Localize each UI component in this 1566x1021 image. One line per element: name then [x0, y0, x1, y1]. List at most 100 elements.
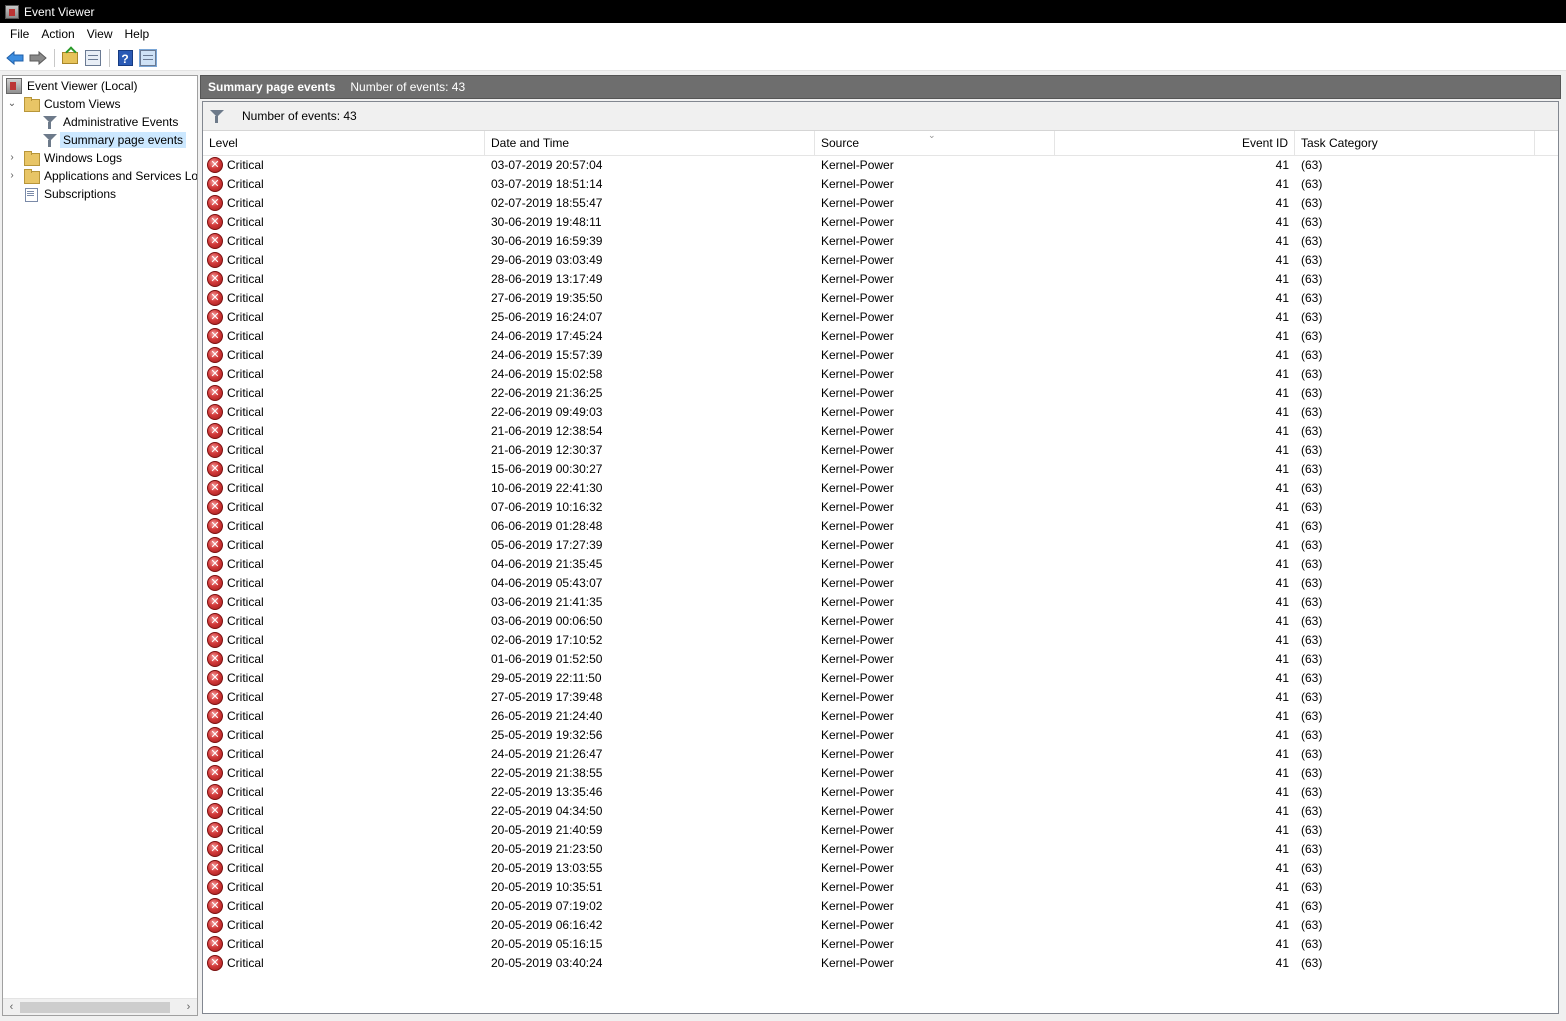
tree-node-custom-views[interactable]: ⌄ Custom Views: [7, 95, 123, 113]
event-row[interactable]: ✕ Critical 22-05-2019 21:38:55 Kernel-Power…: [203, 764, 1558, 783]
critical-error-icon: ✕: [207, 290, 223, 306]
forward-button[interactable]: [27, 47, 49, 69]
scrollbar-thumb[interactable]: [20, 1002, 170, 1013]
event-row[interactable]: ✕ Critical 04-06-2019 21:35:45 Kernel-Power…: [203, 555, 1558, 574]
results-header: Summary page events Number of events: 43: [200, 75, 1561, 99]
event-row[interactable]: ✕ Critical 03-06-2019 21:41:35 Kernel-Power…: [203, 593, 1558, 612]
column-header-event-id[interactable]: Event ID: [1055, 131, 1295, 156]
up-one-level-button[interactable]: [59, 47, 81, 69]
cell-level: Critical: [227, 234, 264, 248]
help-button[interactable]: ?: [114, 47, 136, 69]
cell-event-id: 41: [1275, 804, 1289, 818]
event-row[interactable]: ✕ Critical 03-06-2019 00:06:50 Kernel-Power…: [203, 612, 1558, 631]
event-row[interactable]: ✕ Critical 20-05-2019 05:16:15 Kernel-Power…: [203, 935, 1558, 954]
cell-source: Kernel-Power: [821, 234, 894, 248]
tree-node-administrative-events[interactable]: Administrative Events: [42, 113, 181, 131]
cell-date-time: 26-05-2019 21:24:40: [491, 709, 603, 723]
cell-level: Critical: [227, 538, 264, 552]
event-row[interactable]: ✕ Critical 02-07-2019 18:55:47 Kernel-Power…: [203, 194, 1558, 213]
event-row[interactable]: ✕ Critical 27-06-2019 19:35:50 Kernel-Power…: [203, 289, 1558, 308]
event-row[interactable]: ✕ Critical 20-05-2019 10:35:51 Kernel-Power…: [203, 878, 1558, 897]
event-row[interactable]: ✕ Critical 20-05-2019 21:23:50 Kernel-Power…: [203, 840, 1558, 859]
event-row[interactable]: ✕ Critical 21-06-2019 12:38:54 Kernel-Power…: [203, 422, 1558, 441]
menu-file[interactable]: File: [4, 27, 35, 41]
scroll-left-arrow-icon[interactable]: ‹: [3, 999, 20, 1015]
event-row[interactable]: ✕ Critical 22-06-2019 21:36:25 Kernel-Power…: [203, 384, 1558, 403]
event-row[interactable]: ✕ Critical 30-06-2019 19:48:11 Kernel-Power…: [203, 213, 1558, 232]
event-row[interactable]: ✕ Critical 03-07-2019 20:57:04 Kernel-Power…: [203, 156, 1558, 175]
cell-level: Critical: [227, 709, 264, 723]
tree-node-event-viewer-local[interactable]: Event Viewer (Local): [6, 77, 141, 95]
back-button[interactable]: [4, 47, 26, 69]
event-row[interactable]: ✕ Critical 06-06-2019 01:28:48 Kernel-Power…: [203, 517, 1558, 536]
event-row[interactable]: ✕ Critical 07-06-2019 10:16:32 Kernel-Power…: [203, 498, 1558, 517]
critical-error-icon: ✕: [207, 442, 223, 458]
cell-level: Critical: [227, 367, 264, 381]
event-row[interactable]: ✕ Critical 20-05-2019 03:40:24 Kernel-Power…: [203, 954, 1558, 973]
tree-node-applications-services[interactable]: › Applications and Services Lo: [7, 167, 197, 185]
cell-source: Kernel-Power: [821, 709, 894, 723]
menu-action[interactable]: Action: [35, 27, 80, 41]
event-row[interactable]: ✕ Critical 22-05-2019 13:35:46 Kernel-Power…: [203, 783, 1558, 802]
cell-date-time: 28-06-2019 13:17:49: [491, 272, 603, 286]
column-header-label: Date and Time: [491, 136, 570, 150]
cell-level: Critical: [227, 386, 264, 400]
chevron-right-icon[interactable]: ›: [7, 171, 17, 181]
event-row[interactable]: ✕ Critical 20-05-2019 13:03:55 Kernel-Power…: [203, 859, 1558, 878]
show-console-tree-button[interactable]: [82, 47, 104, 69]
tree-horizontal-scrollbar[interactable]: ‹ ›: [3, 998, 197, 1015]
event-row[interactable]: ✕ Critical 20-05-2019 06:16:42 Kernel-Power…: [203, 916, 1558, 935]
menu-help[interactable]: Help: [119, 27, 156, 41]
column-header-task-category[interactable]: Task Category: [1295, 131, 1535, 156]
cell-date-time: 02-07-2019 18:55:47: [491, 196, 603, 210]
event-row[interactable]: ✕ Critical 22-05-2019 04:34:50 Kernel-Power…: [203, 802, 1558, 821]
cell-task-category: (63): [1301, 956, 1323, 970]
critical-error-icon: ✕: [207, 176, 223, 192]
critical-error-icon: ✕: [207, 936, 223, 952]
event-row[interactable]: ✕ Critical 01-06-2019 01:52:50 Kernel-Power…: [203, 650, 1558, 669]
cell-event-id: 41: [1275, 937, 1289, 951]
event-row[interactable]: ✕ Critical 03-07-2019 18:51:14 Kernel-Power…: [203, 175, 1558, 194]
menu-view[interactable]: View: [81, 27, 119, 41]
event-row[interactable]: ✕ Critical 24-05-2019 21:26:47 Kernel-Power…: [203, 745, 1558, 764]
event-row[interactable]: ✕ Critical 27-05-2019 17:39:48 Kernel-Power…: [203, 688, 1558, 707]
event-row[interactable]: ✕ Critical 15-06-2019 00:30:27 Kernel-Power…: [203, 460, 1558, 479]
event-row[interactable]: ✕ Critical 24-06-2019 15:57:39 Kernel-Power…: [203, 346, 1558, 365]
cell-event-id: 41: [1275, 918, 1289, 932]
cell-date-time: 30-06-2019 19:48:11: [491, 215, 602, 229]
event-row[interactable]: ✕ Critical 10-06-2019 22:41:30 Kernel-Power…: [203, 479, 1558, 498]
scroll-right-arrow-icon[interactable]: ›: [180, 999, 197, 1015]
event-row[interactable]: ✕ Critical 29-05-2019 22:11:50 Kernel-Power…: [203, 669, 1558, 688]
show-action-pane-button[interactable]: [137, 47, 159, 69]
event-row[interactable]: ✕ Critical 28-06-2019 13:17:49 Kernel-Power…: [203, 270, 1558, 289]
event-row[interactable]: ✕ Critical 20-05-2019 21:40:59 Kernel-Power…: [203, 821, 1558, 840]
tree-node-summary-page-events[interactable]: Summary page events: [42, 131, 187, 149]
chevron-right-icon[interactable]: ›: [7, 153, 17, 163]
event-row[interactable]: ✕ Critical 24-06-2019 17:45:24 Kernel-Power…: [203, 327, 1558, 346]
tree-node-subscriptions[interactable]: Subscriptions: [23, 185, 119, 203]
event-row[interactable]: ✕ Critical 22-06-2019 09:49:03 Kernel-Power…: [203, 403, 1558, 422]
event-row[interactable]: ✕ Critical 04-06-2019 05:43:07 Kernel-Power…: [203, 574, 1558, 593]
event-row[interactable]: ✕ Critical 30-06-2019 16:59:39 Kernel-Power…: [203, 232, 1558, 251]
event-row[interactable]: ✕ Critical 21-06-2019 12:30:37 Kernel-Power…: [203, 441, 1558, 460]
event-row[interactable]: ✕ Critical 25-05-2019 19:32:56 Kernel-Power…: [203, 726, 1558, 745]
event-row[interactable]: ✕ Critical 02-06-2019 17:10:52 Kernel-Power…: [203, 631, 1558, 650]
cell-task-category: (63): [1301, 595, 1323, 609]
cell-event-id: 41: [1275, 671, 1289, 685]
column-header-date-time[interactable]: Date and Time ⌄: [485, 130, 936, 156]
column-header-source[interactable]: Source: [815, 131, 1055, 156]
event-row[interactable]: ✕ Critical 26-05-2019 21:24:40 Kernel-Power…: [203, 707, 1558, 726]
help-icon: ?: [117, 49, 133, 66]
event-row[interactable]: ✕ Critical 24-06-2019 15:02:58 Kernel-Power…: [203, 365, 1558, 384]
tree-node-windows-logs[interactable]: › Windows Logs: [7, 149, 125, 167]
cell-date-time: 20-05-2019 05:16:15: [491, 937, 603, 951]
event-row[interactable]: ✕ Critical 05-06-2019 17:27:39 Kernel-Power…: [203, 536, 1558, 555]
cell-level: Critical: [227, 500, 264, 514]
event-row[interactable]: ✕ Critical 29-06-2019 03:03:49 Kernel-Power…: [203, 251, 1558, 270]
cell-event-id: 41: [1275, 956, 1289, 970]
cell-task-category: (63): [1301, 310, 1323, 324]
chevron-down-icon[interactable]: ⌄: [7, 99, 17, 109]
event-row[interactable]: ✕ Critical 25-06-2019 16:24:07 Kernel-Power…: [203, 308, 1558, 327]
column-header-level[interactable]: Level: [203, 131, 485, 156]
event-row[interactable]: ✕ Critical 20-05-2019 07:19:02 Kernel-Power…: [203, 897, 1558, 916]
